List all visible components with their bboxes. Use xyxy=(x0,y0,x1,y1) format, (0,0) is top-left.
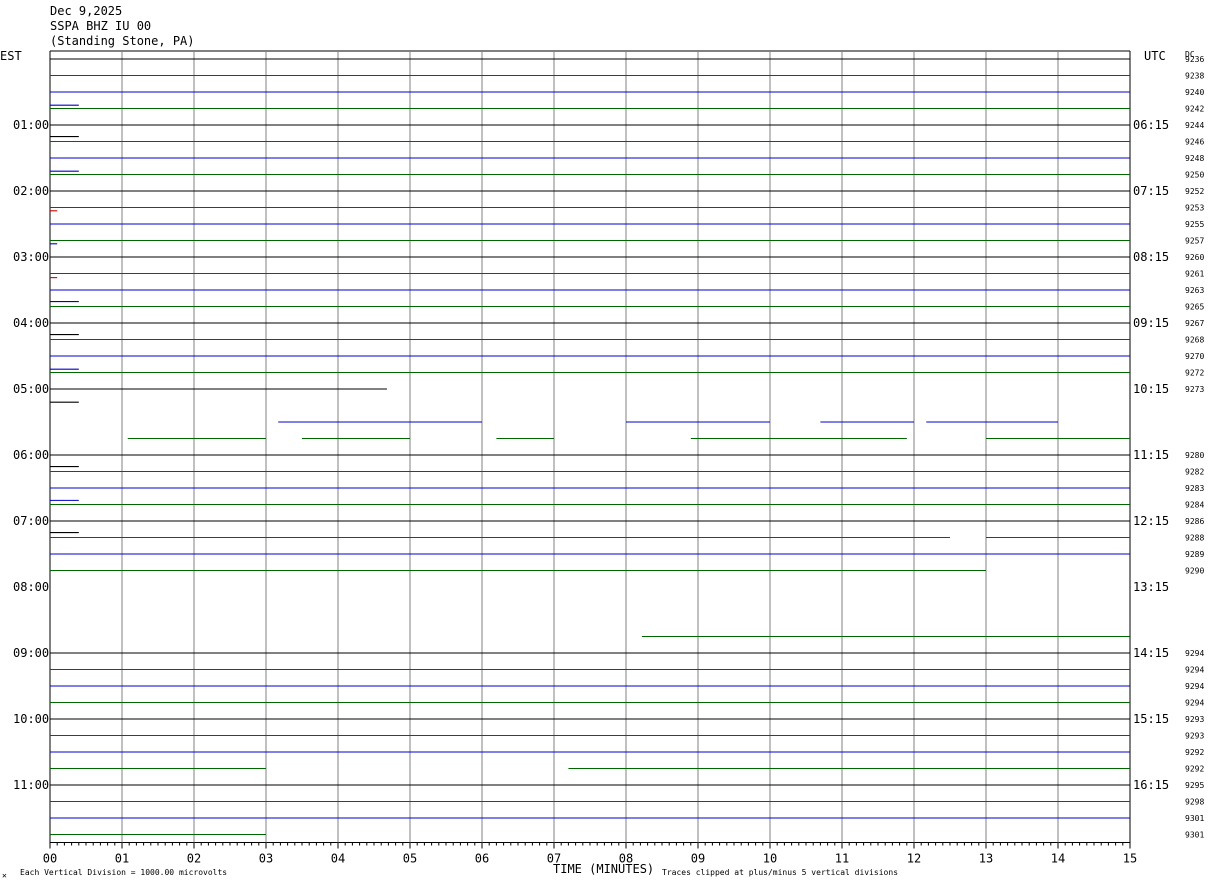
dc-value: 9261 xyxy=(1185,270,1204,279)
hour-label-est: 08:00 xyxy=(13,580,49,594)
hour-label-utc: 12:15 xyxy=(1133,514,1169,528)
dc-value: 9294 xyxy=(1185,666,1204,675)
hour-label-utc: 15:15 xyxy=(1133,712,1169,726)
dc-value: 9280 xyxy=(1185,451,1204,460)
hour-label-est: 02:00 xyxy=(13,184,49,198)
dc-value: 9236 xyxy=(1185,55,1204,64)
dc-value: 9294 xyxy=(1185,649,1204,658)
hour-label-est: 03:00 xyxy=(13,250,49,264)
helicorder-chart: Dec 9,2025 SSPA BHZ IU 00 (Standing Ston… xyxy=(0,4,1204,880)
x-tick-label: 05 xyxy=(403,852,417,866)
hour-label-utc: 08:15 xyxy=(1133,250,1169,264)
dc-value: 9292 xyxy=(1185,765,1204,774)
dc-value: 9265 xyxy=(1185,303,1204,312)
hour-label-utc: 14:15 xyxy=(1133,646,1169,660)
dc-value: 9290 xyxy=(1185,567,1204,576)
hour-label-utc: 16:15 xyxy=(1133,778,1169,792)
dc-value: 9246 xyxy=(1185,138,1204,147)
hour-label-est: 05:00 xyxy=(13,382,49,396)
x-tick-label: 12 xyxy=(907,852,921,866)
trace-rows xyxy=(50,58,1130,836)
x-tick-label: 15 xyxy=(1123,852,1137,866)
dc-value: 9240 xyxy=(1185,88,1204,97)
dc-labels: 9236 9238 9240 9242 9244 9246 9248 9250 9252 9253… xyxy=(1185,55,1204,840)
header-date: Dec 9,2025 xyxy=(50,4,122,18)
dc-value: 9301 xyxy=(1185,814,1204,823)
dc-value: 9273 xyxy=(1185,385,1204,394)
dc-value: 9288 xyxy=(1185,534,1204,543)
hour-label-est: 04:00 xyxy=(13,316,49,330)
hour-label-est: 09:00 xyxy=(13,646,49,660)
hour-label-utc: 09:15 xyxy=(1133,316,1169,330)
corner-mark-icon: ✕ xyxy=(2,871,7,880)
x-tick-label: 13 xyxy=(979,852,993,866)
x-tick-label: 01 xyxy=(115,852,129,866)
dc-value: 9286 xyxy=(1185,517,1204,526)
x-tick-label: 09 xyxy=(691,852,705,866)
dc-value: 9294 xyxy=(1185,682,1204,691)
footer-clip-note: Traces clipped at plus/minus 5 vertical … xyxy=(662,868,898,877)
dc-value: 9263 xyxy=(1185,286,1204,295)
dc-value: 9242 xyxy=(1185,105,1204,114)
dc-value: 9252 xyxy=(1185,187,1204,196)
dc-value: 9267 xyxy=(1185,319,1204,328)
x-tick-label: 04 xyxy=(331,852,345,866)
hour-label-est: 10:00 xyxy=(13,712,49,726)
dc-value: 9301 xyxy=(1185,831,1204,840)
dc-value: 9253 xyxy=(1185,204,1204,213)
dc-value: 9260 xyxy=(1185,253,1204,262)
dc-value: 9292 xyxy=(1185,748,1204,757)
hour-label-est: 11:00 xyxy=(13,778,49,792)
right-timezone-label: UTC xyxy=(1144,49,1166,63)
hour-label-est: 07:00 xyxy=(13,514,49,528)
dc-value: 9248 xyxy=(1185,154,1204,163)
x-tick-label: 03 xyxy=(259,852,273,866)
dc-value: 9272 xyxy=(1185,369,1204,378)
x-axis-title: TIME (MINUTES) xyxy=(553,862,654,876)
hour-label-utc: 11:15 xyxy=(1133,448,1169,462)
hour-label-utc: 06:15 xyxy=(1133,118,1169,132)
footer-scale-note: Each Vertical Division = 1000.00 microvo… xyxy=(20,868,227,877)
dc-value: 9255 xyxy=(1185,220,1204,229)
dc-value: 9289 xyxy=(1185,550,1204,559)
dc-value: 9284 xyxy=(1185,501,1204,510)
dc-value: 9244 xyxy=(1185,121,1204,130)
left-timezone-label: EST xyxy=(0,49,22,63)
dc-value: 9268 xyxy=(1185,336,1204,345)
hour-label-utc: 10:15 xyxy=(1133,382,1169,396)
header-location: (Standing Stone, PA) xyxy=(50,34,195,48)
x-tick-label: 10 xyxy=(763,852,777,866)
dc-value: 9283 xyxy=(1185,484,1204,493)
x-tick-label: 00 xyxy=(43,852,57,866)
time-grid xyxy=(49,50,1131,849)
dc-value: 9250 xyxy=(1185,171,1204,180)
hour-label-est: 06:00 xyxy=(13,448,49,462)
hour-label-utc: 07:15 xyxy=(1133,184,1169,198)
dc-value: 9238 xyxy=(1185,72,1204,81)
x-tick-label: 06 xyxy=(475,852,489,866)
dc-value: 9270 xyxy=(1185,352,1204,361)
dc-value: 9282 xyxy=(1185,468,1204,477)
hour-label-utc: 13:15 xyxy=(1133,580,1169,594)
header-station: SSPA BHZ IU 00 xyxy=(50,19,151,33)
x-tick-label: 02 xyxy=(187,852,201,866)
hour-label-est: 01:00 xyxy=(13,118,49,132)
dc-value: 9257 xyxy=(1185,237,1204,246)
dc-value: 9293 xyxy=(1185,732,1204,741)
dc-value: 9298 xyxy=(1185,798,1204,807)
x-tick-label: 11 xyxy=(835,852,849,866)
dc-value: 9295 xyxy=(1185,781,1204,790)
dc-value: 9294 xyxy=(1185,699,1204,708)
dc-value: 9293 xyxy=(1185,715,1204,724)
x-tick-label: 14 xyxy=(1051,852,1065,866)
